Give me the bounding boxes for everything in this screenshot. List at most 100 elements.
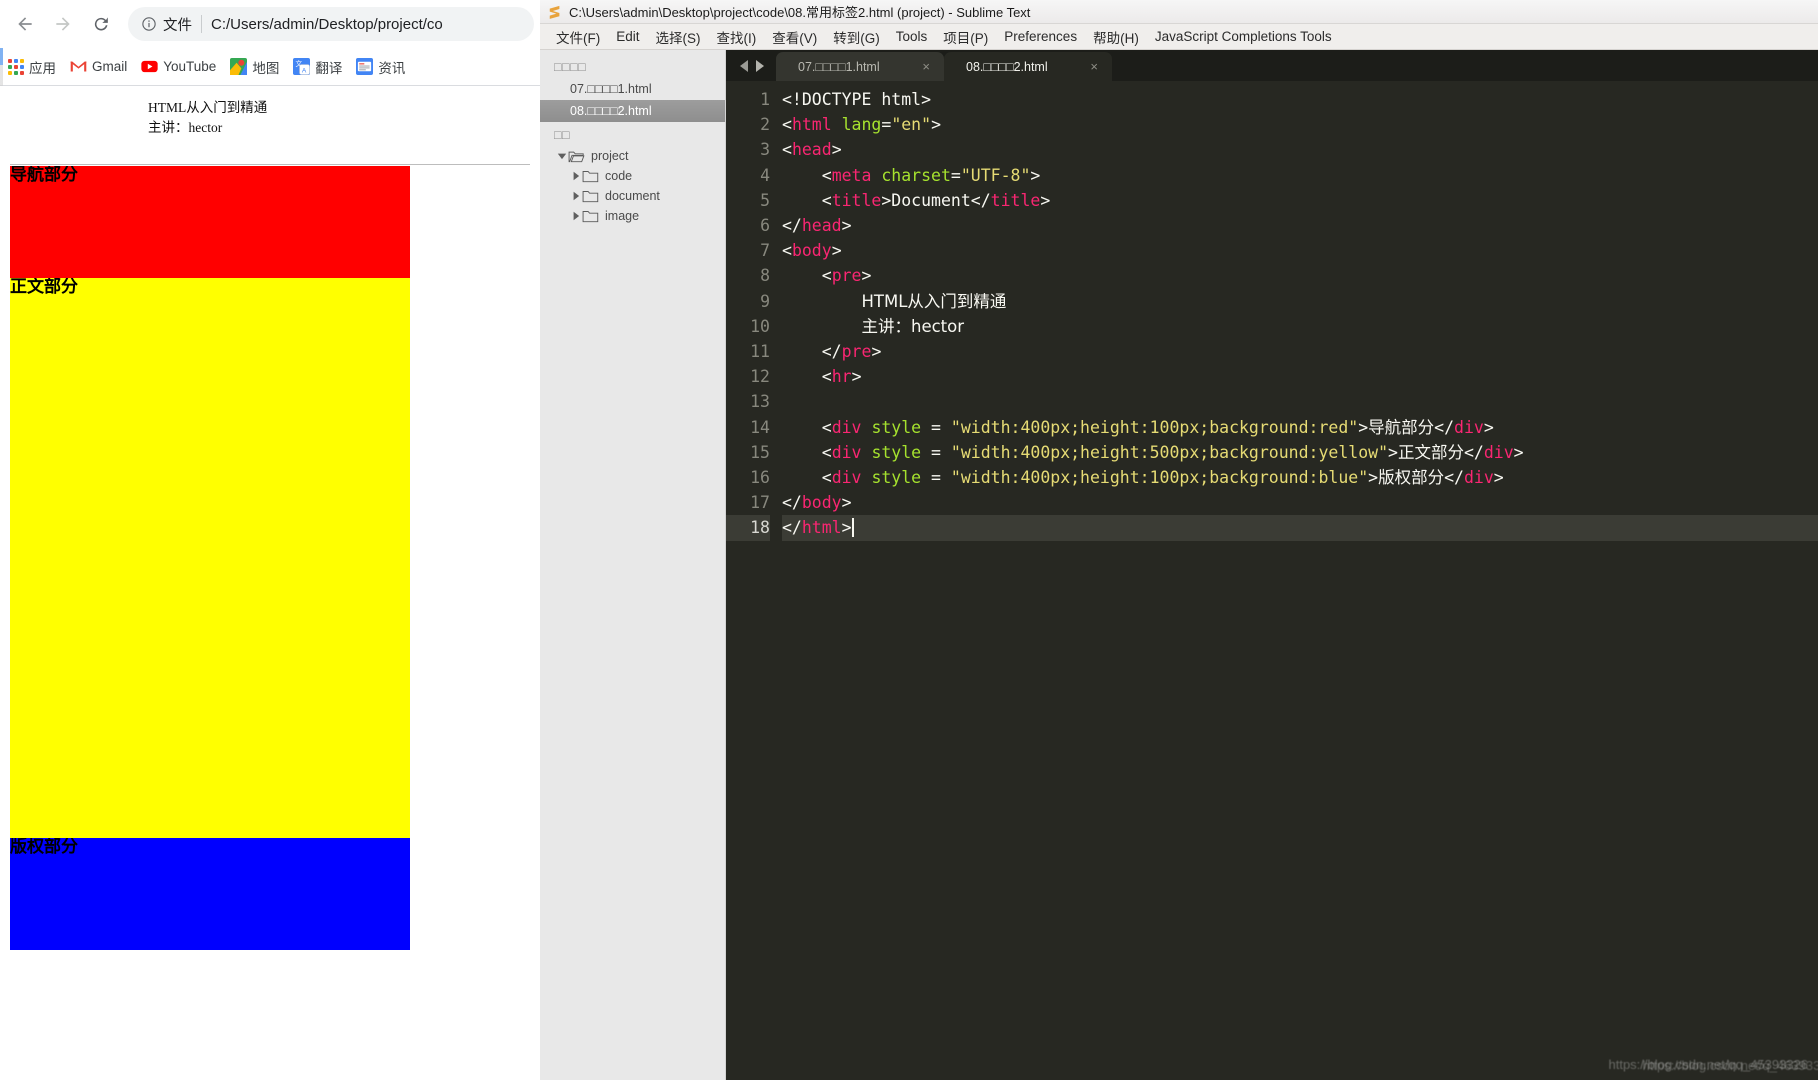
line-number: 16 — [750, 468, 770, 488]
menu-item-file[interactable]: 文件(F) — [548, 27, 608, 47]
code-line[interactable]: 主讲：hector — [782, 314, 1818, 339]
code-line[interactable]: <div style = "width:400px;height:100px;b… — [782, 415, 1818, 440]
menu-item-javascript-completions-tools[interactable]: JavaScript Completions Tools — [1147, 29, 1340, 44]
tree-item-project[interactable]: project — [540, 146, 725, 166]
open-file-07[interactable]: 07.□□□□1.html — [540, 78, 725, 100]
code-line[interactable]: </head> — [782, 213, 1818, 238]
code-token: > — [831, 140, 842, 160]
code-line[interactable]: <hr> — [782, 364, 1818, 389]
close-icon[interactable]: × — [922, 59, 930, 74]
code-line[interactable] — [782, 389, 1818, 414]
tree-item-document[interactable]: document — [540, 186, 725, 206]
code-token: div — [831, 442, 862, 462]
chevron-right-icon[interactable] — [570, 210, 582, 222]
tab-08[interactable]: 08.□□□□2.html × — [944, 52, 1112, 81]
menu-item-help[interactable]: 帮助(H) — [1085, 27, 1147, 47]
tab-bar: 07.□□□□1.html × 08.□□□□2.html × — [726, 50, 1818, 81]
code-editor[interactable]: 1 2 3 4 5 6 7 8 9 10 11 12 13 14 15 16 1… — [726, 81, 1818, 1080]
bookmark-label: Gmail — [92, 59, 128, 74]
chevron-right-icon[interactable] — [570, 170, 582, 182]
code-token: = — [921, 468, 951, 488]
code-token: meta — [831, 165, 872, 185]
code-token: title — [990, 190, 1041, 210]
bookmark-apps[interactable]: 应用 — [8, 57, 56, 77]
code-line[interactable]: </pre> — [782, 339, 1818, 364]
code-token: div — [1463, 468, 1494, 488]
back-button[interactable] — [6, 5, 44, 43]
code-line[interactable]: <body> — [782, 238, 1818, 263]
line-number: 12 — [750, 367, 770, 387]
tab-next-arrow-icon[interactable] — [756, 59, 764, 72]
code-line[interactable]: <!DOCTYPE html> — [782, 87, 1818, 112]
chevron-down-icon[interactable] — [556, 150, 568, 162]
code-line[interactable]: HTML从入门到精通 — [782, 289, 1818, 314]
code-token: </ — [970, 190, 991, 210]
bookmark-youtube[interactable]: YouTube — [141, 58, 216, 75]
menu-item-tools[interactable]: Tools — [888, 29, 936, 44]
bookmark-gmail[interactable]: Gmail — [70, 58, 127, 75]
bookmark-translate[interactable]: 文 A 翻译 — [293, 57, 342, 77]
tree-item-image[interactable]: image — [540, 206, 725, 226]
code-line[interactable]: <div style = "width:400px;height:100px;b… — [782, 465, 1818, 490]
tab-scroll-arrows[interactable] — [730, 50, 776, 81]
code-line[interactable]: <div style = "width:400px;height:500px;b… — [782, 440, 1818, 465]
arrow-right-icon — [56, 17, 70, 31]
code-token: pre — [841, 342, 872, 362]
menu-item-selection[interactable]: 选择(S) — [648, 27, 709, 47]
open-file-08[interactable]: 08.□□□□2.html — [540, 100, 725, 122]
bookmark-maps[interactable]: 地图 — [230, 57, 279, 77]
code-token: > — [871, 342, 882, 362]
code-line[interactable]: <head> — [782, 137, 1818, 162]
tab-prev-arrow-icon[interactable] — [740, 59, 748, 72]
code-token: head — [801, 216, 842, 236]
reload-icon — [94, 16, 108, 31]
tree-item-label: document — [605, 189, 660, 203]
url-text[interactable]: C:/Users/admin/Desktop/project/co — [211, 16, 524, 33]
code-line[interactable]: <title>Document</title> — [782, 188, 1818, 213]
code-token: > — [841, 493, 852, 513]
menu-item-goto[interactable]: 转到(G) — [825, 27, 888, 47]
chevron-right-icon[interactable] — [570, 190, 582, 202]
code-token: < — [821, 367, 832, 387]
tree-item-code[interactable]: code — [540, 166, 725, 186]
text-caret — [851, 518, 854, 538]
code-token: < — [821, 417, 832, 437]
code-line[interactable]: </body> — [782, 490, 1818, 515]
tab-label: 07.□□□□1.html — [798, 59, 880, 74]
code-token: > — [1368, 468, 1379, 488]
code-line[interactable]: <meta charset="UTF-8"> — [782, 163, 1818, 188]
address-bar[interactable]: 文件 C:/Users/admin/Desktop/project/co — [128, 7, 534, 41]
code-token: HTML从入门到精通 — [861, 291, 1007, 311]
tab-07[interactable]: 07.□□□□1.html × — [776, 52, 944, 81]
code-token: > — [931, 115, 941, 135]
code-token: > — [1040, 190, 1051, 210]
forward-button[interactable] — [44, 5, 82, 43]
menu-item-project[interactable]: 项目(P) — [935, 27, 996, 47]
menu-item-find[interactable]: 查找(I) — [709, 27, 765, 47]
url-scheme-label: 文件 — [163, 17, 192, 34]
code-line[interactable]: </html> — [782, 515, 1818, 541]
folder-icon — [582, 210, 599, 222]
code-token: < — [821, 190, 832, 210]
menu-item-edit[interactable]: Edit — [608, 29, 647, 44]
bookmark-news[interactable]: 资讯 — [356, 57, 405, 77]
reload-button[interactable] — [82, 5, 120, 43]
code-token: body — [791, 241, 832, 261]
line-number-current: 18 — [726, 515, 770, 541]
code-lines[interactable]: <!DOCTYPE html> <html lang="en"> <head> <m… — [782, 87, 1818, 541]
line-number: 14 — [750, 417, 770, 437]
code-token: > — [1388, 442, 1398, 462]
code-line[interactable]: <pre> — [782, 263, 1818, 288]
menu-item-preferences[interactable]: Preferences — [996, 29, 1085, 44]
code-token: > — [1493, 468, 1504, 488]
footer-section-box: 版权部分 — [10, 838, 410, 950]
page-viewport: HTML从入门到精通 主讲：hector 导航部分 正文部分 版权部分 — [0, 86, 540, 1080]
close-icon[interactable]: × — [1090, 59, 1098, 74]
code-line[interactable]: <html lang="en"> — [782, 112, 1818, 137]
bookmark-label: 资讯 — [378, 60, 406, 76]
menu-item-view[interactable]: 查看(V) — [764, 27, 825, 47]
